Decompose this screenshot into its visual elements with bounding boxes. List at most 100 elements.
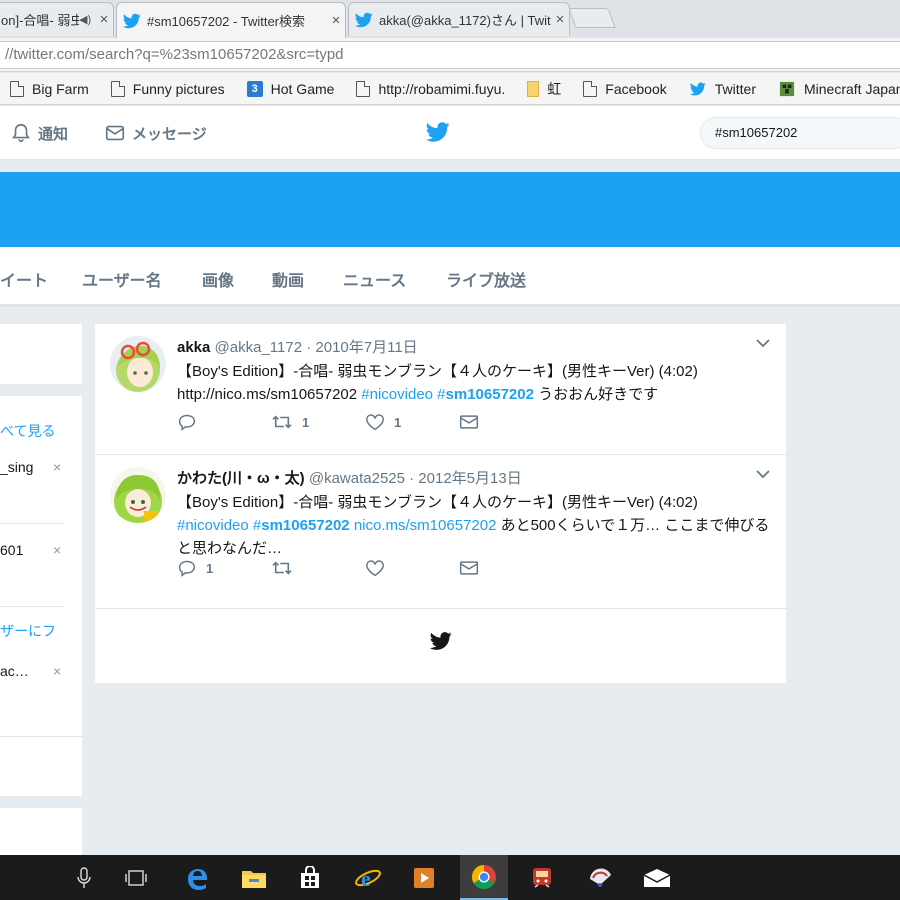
trend-item[interactable]: _sing bbox=[0, 459, 33, 475]
follow-suggest-link[interactable]: ザーにフ bbox=[0, 621, 56, 641]
close-icon[interactable]: × bbox=[53, 663, 61, 679]
bookmark-facebook[interactable]: Facebook bbox=[583, 80, 667, 97]
tab-images[interactable]: 画像 bbox=[202, 267, 234, 291]
microphone-button[interactable] bbox=[60, 855, 108, 900]
hashtag-term: sm10657202 bbox=[261, 517, 350, 534]
hashtag-nicovideo[interactable]: #nicovideo bbox=[361, 386, 433, 403]
close-icon[interactable]: × bbox=[551, 11, 569, 28]
envelope-icon bbox=[459, 415, 479, 429]
avatar[interactable] bbox=[110, 336, 166, 392]
avatar-image bbox=[110, 336, 166, 392]
tab-live[interactable]: ライブ放送 bbox=[446, 267, 526, 291]
tweet-header: akka @akka_1172 · 2010年7月11日 bbox=[177, 336, 418, 357]
twitter-top-nav: 通知 メッセージ #sm10657202 bbox=[0, 106, 900, 160]
like-button[interactable]: 1 bbox=[365, 413, 401, 431]
retweet-button[interactable]: 1 bbox=[271, 413, 309, 431]
tab-videos[interactable]: 動画 bbox=[272, 267, 304, 291]
tab-akka-profile[interactable]: akka(@akka_1172)さん | Twitter × bbox=[348, 2, 570, 36]
tweet-meta[interactable]: @kawata2525 · 2012年5月13日 bbox=[309, 470, 522, 487]
close-icon[interactable]: × bbox=[53, 542, 61, 558]
media-player-icon bbox=[414, 867, 434, 888]
page-icon bbox=[10, 80, 24, 97]
page-icon bbox=[583, 80, 598, 97]
hashtag-sm10657202[interactable]: #sm10657202 bbox=[437, 386, 534, 403]
like-count: 1 bbox=[394, 414, 402, 430]
hashtag-prefix: # bbox=[437, 386, 446, 403]
tweet-author-name[interactable]: akka bbox=[177, 339, 210, 356]
fan-app[interactable] bbox=[576, 855, 624, 900]
tab-users[interactable]: ユーザー名 bbox=[82, 267, 162, 291]
internet-explorer-app[interactable]: e bbox=[344, 855, 392, 900]
chevron-down-icon[interactable] bbox=[756, 338, 770, 348]
chrome-app[interactable] bbox=[460, 855, 508, 900]
twitter-icon bbox=[123, 13, 141, 28]
close-icon[interactable]: × bbox=[95, 11, 113, 28]
trend-item[interactable]: 601 bbox=[0, 542, 23, 558]
train-app[interactable] bbox=[518, 855, 566, 900]
see-all-link[interactable]: べて見る bbox=[0, 421, 55, 441]
bookmark-minecraft-japan[interactable]: Minecraft Japan W bbox=[778, 81, 900, 97]
search-filter-bar: イート ユーザー名 画像 動画 ニュース ライブ放送 bbox=[0, 247, 900, 305]
hashtag-prefix: # bbox=[252, 517, 262, 534]
direct-message-button[interactable] bbox=[459, 559, 479, 577]
bookmark-label: 虹 bbox=[547, 80, 562, 97]
reply-icon bbox=[178, 414, 196, 431]
nav-notifications[interactable]: 通知 bbox=[10, 122, 68, 144]
tab-tweets[interactable]: イート bbox=[0, 267, 48, 291]
tweet-author-name[interactable]: かわた(川・ω・太) bbox=[177, 470, 305, 487]
bookmark-twitter[interactable]: Twitter bbox=[689, 81, 756, 97]
twitter-search-input[interactable]: #sm10657202 bbox=[700, 117, 900, 149]
folder-icon bbox=[242, 870, 266, 888]
bookmark-funny-pictures[interactable]: Funny pictures bbox=[110, 80, 225, 97]
follow-item[interactable]: ac… bbox=[0, 663, 29, 679]
minecraft-icon bbox=[779, 81, 795, 96]
twitter-logo-icon[interactable] bbox=[425, 120, 451, 144]
new-tab-button[interactable] bbox=[568, 8, 616, 28]
nav-messages[interactable]: メッセージ bbox=[104, 122, 207, 144]
browser-tab-bar: on]-合唱- 弱虫モンブラン ◀) × #sm10657202 - Twitt… bbox=[0, 0, 900, 38]
hashtag-nicovideo[interactable]: #nicovideo bbox=[177, 517, 249, 534]
like-button[interactable] bbox=[365, 559, 394, 577]
windows-taskbar: e bbox=[0, 855, 900, 900]
mail-icon bbox=[643, 868, 671, 887]
tab-title: #sm10657202 - Twitter検索 bbox=[147, 14, 305, 29]
task-view-button[interactable] bbox=[112, 855, 160, 900]
tab-twitter-search[interactable]: #sm10657202 - Twitter検索 × bbox=[116, 2, 346, 38]
heart-icon bbox=[366, 414, 384, 431]
edge-app[interactable] bbox=[173, 855, 221, 900]
reply-button[interactable]: 1 bbox=[177, 559, 213, 577]
mail-app[interactable] bbox=[633, 855, 681, 900]
bookmark-hot-game[interactable]: 3 Hot Game bbox=[246, 80, 334, 97]
tweet-meta[interactable]: @akka_1172 · 2010年7月11日 bbox=[215, 339, 418, 356]
file-explorer-app[interactable] bbox=[230, 855, 278, 900]
bookmark-folder-niji[interactable]: 虹 bbox=[527, 79, 561, 99]
bookmark-label: Facebook bbox=[605, 80, 667, 97]
bookmark-robamimi[interactable]: http://robamimi.fuyu. bbox=[356, 80, 505, 97]
chevron-down-icon[interactable] bbox=[756, 469, 770, 479]
avatar[interactable] bbox=[110, 467, 166, 523]
close-icon[interactable]: × bbox=[327, 12, 345, 29]
tweet-text-tail: うおおん好きです bbox=[533, 386, 659, 403]
tweet-text-line: 【Boy's Edition】-合唱- 弱虫モンブラン【４人のケーキ】(男性キー… bbox=[177, 494, 698, 511]
direct-message-button[interactable] bbox=[459, 413, 479, 431]
tab-news[interactable]: ニュース bbox=[343, 267, 406, 291]
search-timeline: akka @akka_1172 · 2010年7月11日 【Boy's Edit… bbox=[95, 324, 786, 683]
address-bar[interactable]: //twitter.com/search?q=%23sm10657202&src… bbox=[0, 41, 900, 69]
store-app[interactable] bbox=[286, 855, 334, 900]
close-icon[interactable]: × bbox=[53, 459, 61, 475]
tweet-url[interactable]: http://nico.ms/sm10657202 bbox=[177, 386, 357, 403]
reply-button[interactable] bbox=[177, 413, 206, 431]
retweet-button[interactable] bbox=[271, 559, 302, 577]
left-card-top bbox=[0, 324, 82, 384]
tab-mombran-video[interactable]: on]-合唱- 弱虫モンブラン ◀) × bbox=[0, 2, 114, 36]
hashtag-sm10657202[interactable]: #sm10657202 bbox=[253, 517, 350, 534]
reply-icon bbox=[178, 560, 196, 577]
bookmark-big-farm[interactable]: Big Farm bbox=[10, 80, 89, 97]
divider bbox=[0, 523, 64, 524]
media-player-app[interactable] bbox=[400, 855, 448, 900]
chrome-icon bbox=[471, 864, 496, 889]
tweet-link[interactable]: nico.ms/sm10657202 bbox=[354, 517, 497, 534]
speaker-icon[interactable]: ◀) bbox=[79, 13, 95, 26]
internet-explorer-icon: e bbox=[355, 866, 381, 891]
bookmark-label: Twitter bbox=[714, 80, 756, 97]
